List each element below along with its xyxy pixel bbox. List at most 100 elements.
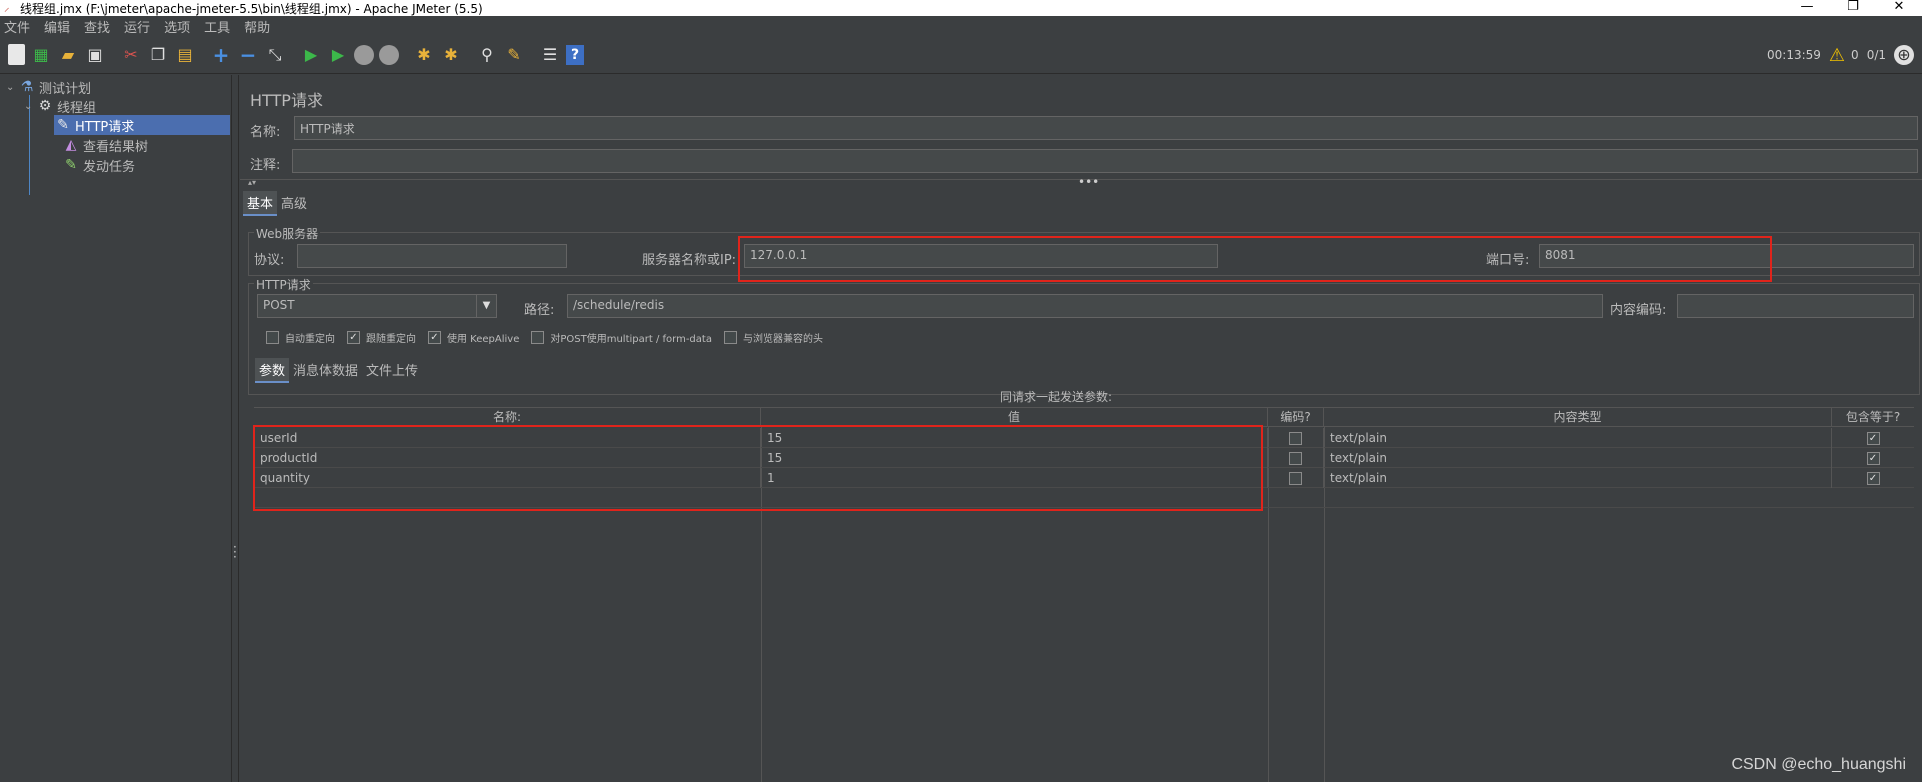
jmeter-feather-icon: ⸝ — [4, 1, 10, 14]
follow-redirects-checkbox[interactable]: ✓ — [347, 331, 360, 344]
request-options: 自动重定向 ✓ 跟随重定向 ✓ 使用 KeepAlive 对POST使用mult… — [266, 330, 835, 345]
vertical-splitter[interactable]: · · · — [232, 75, 239, 782]
menu-search[interactable]: 查找 — [84, 17, 110, 36]
encode-checkbox[interactable] — [1289, 472, 1302, 485]
option-browser-headers[interactable]: 与浏览器兼容的头 — [723, 330, 823, 345]
clear-icon[interactable]: ✱ — [413, 44, 435, 66]
test-plan-tree: ⌄ ⚗ 测试计划 ⌄ ⚙ 线程组 ✎ HTTP请求 ◭ 查看结果树 ✎ 发动任务 — [0, 75, 232, 782]
tab-parameters[interactable]: 参数 — [255, 358, 290, 383]
tree-item-launch-task[interactable]: ✎ 发动任务 — [62, 155, 135, 175]
content-type-cell[interactable]: text/plain — [1324, 468, 1832, 488]
shutdown-icon[interactable] — [379, 44, 399, 65]
help-icon[interactable]: ? — [566, 44, 584, 65]
splitter-grip-icon[interactable]: ••• — [1078, 175, 1099, 189]
flask-icon: ⚗ — [20, 79, 34, 95]
new-icon[interactable] — [8, 44, 25, 65]
protocol-field[interactable] — [297, 244, 567, 268]
menu-edit[interactable]: 编辑 — [44, 17, 70, 36]
encode-checkbox[interactable] — [1289, 432, 1302, 445]
tab-basic[interactable]: 基本 — [243, 191, 278, 216]
save-icon[interactable]: ▣ — [84, 44, 106, 66]
option-multipart[interactable]: 对POST使用multipart / form-data — [531, 330, 712, 345]
cut-icon[interactable]: ✂ — [120, 44, 142, 66]
comment-field[interactable] — [292, 149, 1918, 173]
keepalive-checkbox[interactable]: ✓ — [428, 331, 441, 344]
column-header-content-type[interactable]: 内容类型 — [1324, 408, 1832, 426]
column-header-include-equals[interactable]: 包含等于? — [1832, 408, 1914, 426]
function-helper-icon[interactable]: ☰ — [539, 44, 561, 66]
menu-options[interactable]: 选项 — [164, 17, 190, 36]
copy-icon[interactable]: ❐ — [147, 44, 169, 66]
menu-help[interactable]: 帮助 — [244, 17, 270, 36]
path-field[interactable]: /schedule/redis — [567, 294, 1603, 318]
close-button[interactable]: ✕ — [1876, 0, 1922, 16]
web-server-group-label: Web服务器 — [254, 225, 321, 242]
column-header-encode[interactable]: 编码? — [1268, 408, 1324, 426]
toolbar: ▦ ▰ ▣ ✂ ❐ ▤ + − ⤡ ▶ ▶ ✱ ✱ ⚲ ✎ ☰ ? 00:13:… — [0, 36, 1922, 74]
elapsed-time: 00:13:59 — [1767, 48, 1821, 62]
method-select[interactable]: POST ▼ — [257, 294, 497, 318]
menu-tools[interactable]: 工具 — [204, 17, 230, 36]
chart-icon: ◭ — [65, 137, 77, 153]
menu-file[interactable]: 文件 — [4, 17, 30, 36]
option-keepalive[interactable]: ✓ 使用 KeepAlive — [428, 330, 519, 345]
collapse-icon[interactable]: − — [237, 44, 259, 66]
column-header-value[interactable]: 值 — [761, 408, 1268, 426]
open-icon[interactable]: ▰ — [57, 44, 79, 66]
paste-icon[interactable]: ▤ — [174, 44, 196, 66]
tree-item-thread-group[interactable]: ⌄ ⚙ 线程组 — [24, 96, 96, 116]
horizontal-splitter[interactable]: ▴▾ ••• — [240, 175, 1922, 189]
encode-checkbox[interactable] — [1289, 452, 1302, 465]
toggle-icon[interactable]: ⤡ — [264, 44, 286, 66]
encoding-label: 内容编码: — [1610, 303, 1667, 318]
content-type-cell[interactable]: text/plain — [1324, 428, 1832, 448]
warning-icon[interactable]: ⚠ — [1829, 45, 1845, 66]
server-port-highlight — [738, 236, 1772, 282]
restore-button[interactable]: ❐ — [1830, 0, 1876, 16]
collapse-arrows-icon[interactable]: ▴▾ — [248, 178, 256, 187]
gear-icon: ⚙ — [38, 98, 52, 114]
templates-icon[interactable]: ▦ — [30, 44, 52, 66]
parameters-highlight — [253, 425, 1263, 511]
tree-item-http-request[interactable]: ✎ HTTP请求 — [54, 115, 230, 135]
name-label: 名称: — [250, 125, 281, 140]
option-auto-redirect[interactable]: 自动重定向 — [266, 330, 335, 345]
http-request-group-label: HTTP请求 — [254, 276, 313, 293]
column-header-name[interactable]: 名称: — [254, 408, 761, 426]
chevron-down-icon[interactable]: ⌄ — [24, 101, 36, 112]
params-caption: 同请求一起发送参数: — [1000, 390, 1113, 404]
search-icon[interactable]: ⚲ — [476, 44, 498, 66]
include-equals-checkbox[interactable]: ✓ — [1866, 472, 1880, 485]
include-equals-checkbox[interactable]: ✓ — [1866, 432, 1880, 445]
reset-search-icon[interactable]: ✎ — [503, 44, 525, 66]
tab-file-upload[interactable]: 文件上传 — [362, 358, 422, 383]
multipart-checkbox[interactable] — [531, 331, 545, 344]
pipette-icon: ✎ — [57, 117, 69, 133]
splitter-grip-icon[interactable]: · · · — [233, 541, 237, 563]
chevron-down-icon[interactable]: ⌄ — [6, 82, 18, 93]
panel-title: HTTP请求 — [250, 91, 323, 110]
stop-icon[interactable] — [354, 44, 374, 65]
chevron-down-icon[interactable]: ▼ — [476, 295, 496, 317]
start-icon[interactable]: ▶ — [300, 44, 322, 66]
include-equals-checkbox[interactable]: ✓ — [1866, 452, 1880, 465]
watermark: CSDN @echo_huangshi — [1731, 756, 1906, 773]
tab-advanced[interactable]: 高级 — [277, 191, 311, 216]
auto-redirect-checkbox[interactable] — [266, 331, 279, 344]
option-follow-redirects[interactable]: ✓ 跟随重定向 — [347, 330, 416, 345]
tab-body-data[interactable]: 消息体数据 — [289, 358, 362, 383]
menu-run[interactable]: 运行 — [124, 17, 150, 36]
config-tabs: 基本 高级 — [243, 191, 311, 216]
minimize-button[interactable]: — — [1784, 0, 1830, 16]
tree-item-test-plan[interactable]: ⌄ ⚗ 测试计划 — [6, 77, 91, 97]
browser-headers-checkbox[interactable] — [723, 331, 737, 344]
start-no-pauses-icon[interactable]: ▶ — [327, 44, 349, 66]
clear-all-icon[interactable]: ✱ — [440, 44, 462, 66]
tree-item-results-tree[interactable]: ◭ 查看结果树 — [62, 135, 148, 155]
name-field[interactable]: HTTP请求 — [294, 116, 1918, 140]
encoding-field[interactable] — [1677, 294, 1914, 318]
content-type-cell[interactable]: text/plain — [1324, 448, 1832, 468]
method-value: POST — [263, 298, 295, 312]
expand-icon[interactable]: + — [210, 44, 232, 66]
remote-icon[interactable]: ⊕ — [1894, 45, 1914, 65]
